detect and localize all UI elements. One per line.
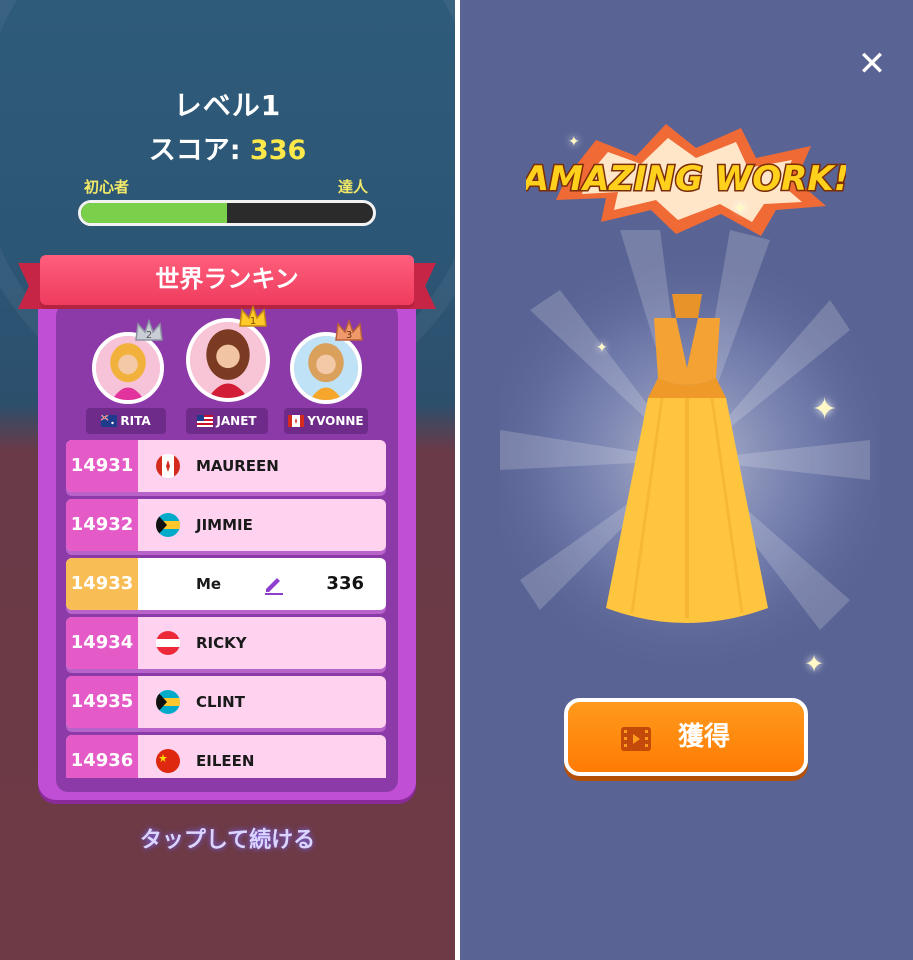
sparkle-icon: ✦ xyxy=(812,392,838,427)
flag-china-icon xyxy=(156,749,180,773)
ranking-screen[interactable]: レベル1 スコア: 336 初心者 達人 世界ランキン 2 RITA 1 JAN… xyxy=(0,0,455,960)
sparkle-icon: ✦ xyxy=(732,196,749,220)
crown-bronze-icon: 3 xyxy=(335,318,363,341)
reward-dress-image xyxy=(606,294,768,623)
sparkle-icon: ✦ xyxy=(804,650,825,678)
row-player-score: 336 xyxy=(326,573,364,594)
sparkle-icon: ✦ xyxy=(596,340,608,356)
reward-screen: AMAZING WORK! ✦ ✦ ✦ ✦ ✦ ✕ 獲得 xyxy=(460,0,913,960)
tap-to-continue[interactable]: タップして続ける xyxy=(0,822,455,854)
score-value: 336 xyxy=(249,135,307,166)
ranking-row[interactable]: 14936 EILEEN xyxy=(66,735,386,778)
flag-australia-icon xyxy=(101,415,118,427)
row-player-name: JIMMIE xyxy=(196,516,253,534)
ranking-row[interactable]: 14932 JIMMIE xyxy=(66,499,386,551)
skill-progress-bar xyxy=(78,200,376,226)
podium-name-3: YVONNE xyxy=(284,408,368,434)
close-button[interactable]: ✕ xyxy=(852,44,892,84)
row-rank: 14935 xyxy=(66,676,138,728)
flag-canada-icon xyxy=(288,415,305,427)
row-player-name: Me xyxy=(196,575,222,593)
ranking-ribbon: 世界ランキン xyxy=(18,255,436,313)
flag-bahamas-icon xyxy=(156,513,180,537)
row-rank: 14932 xyxy=(66,499,138,551)
podium-avatar-1[interactable] xyxy=(186,318,270,402)
level-title: レベル1 xyxy=(173,89,282,122)
ranking-row[interactable]: 14935 CLINT xyxy=(66,676,386,728)
row-rank: 14934 xyxy=(66,617,138,669)
video-ad-icon xyxy=(621,727,651,751)
ranking-row-me[interactable]: 14933 Me 336 xyxy=(66,558,386,610)
edit-name-icon[interactable] xyxy=(262,572,286,596)
sparkle-icon: ✦ xyxy=(568,134,580,150)
row-player-name: EILEEN xyxy=(196,752,255,770)
podium-name-2: RITA xyxy=(86,408,166,434)
podium-rank-2: 2 xyxy=(146,330,152,341)
podium-rank-1: 1 xyxy=(250,316,256,327)
ranking-list[interactable]: 14931 MAUREEN 14932 JIMMIE 14933 Me 336 … xyxy=(66,438,386,778)
claim-reward-label: 獲得 xyxy=(678,722,731,752)
claim-reward-button[interactable]: 獲得 xyxy=(564,698,808,776)
flag-bahamas-icon xyxy=(156,690,180,714)
progress-label-expert: 達人 xyxy=(338,178,369,196)
row-player-name: RICKY xyxy=(196,634,247,652)
flag-austria-icon xyxy=(156,631,180,655)
crown-gold-icon: 1 xyxy=(239,304,267,327)
progress-fill xyxy=(81,203,227,223)
progress-label-beginner: 初心者 xyxy=(84,178,130,196)
ranking-title: 世界ランキン xyxy=(40,255,414,305)
score-display: スコア: 336 xyxy=(148,135,307,166)
flag-canada-icon xyxy=(156,454,180,478)
podium-rank-3: 3 xyxy=(346,330,352,341)
row-player-name: MAUREEN xyxy=(196,457,279,475)
amazing-work-text: AMAZING WORK! xyxy=(526,159,846,199)
ranking-row[interactable]: 14934 RICKY xyxy=(66,617,386,669)
podium-name-1: JANET xyxy=(186,408,268,434)
crown-silver-icon: 2 xyxy=(135,318,163,341)
flag-usa-icon xyxy=(197,415,214,427)
row-player-name: CLINT xyxy=(196,693,245,711)
row-rank: 14933 xyxy=(66,558,138,610)
row-rank: 14936 xyxy=(66,735,138,778)
row-rank: 14931 xyxy=(66,440,138,492)
ranking-row[interactable]: 14931 MAUREEN xyxy=(66,440,386,492)
